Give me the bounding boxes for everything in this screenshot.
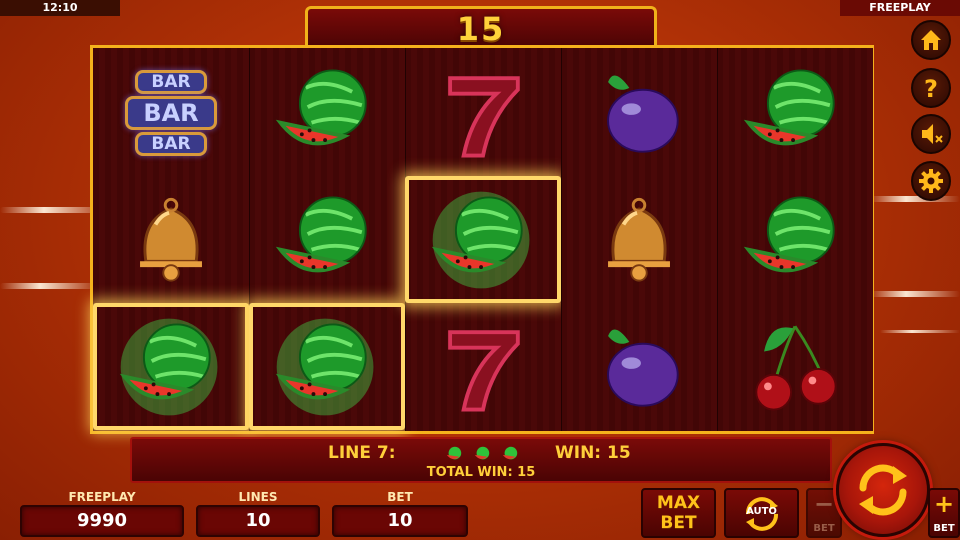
watermelon-icon — [119, 318, 218, 415]
symbol-cell — [717, 176, 873, 303]
sound-off-icon — [922, 124, 943, 144]
symbol-cell: BAR BAR BAR — [93, 49, 249, 176]
seven-icon — [448, 329, 520, 412]
watermelon-icon — [502, 446, 518, 460]
autoplay-button[interactable]: AUTO — [724, 488, 799, 538]
symbol-cell — [405, 303, 561, 430]
win-label: WIN: 15 — [555, 443, 631, 463]
sound-button[interactable] — [911, 114, 951, 154]
symbol-cell — [561, 49, 717, 176]
bell-icon — [608, 197, 670, 282]
bell-icon — [140, 197, 202, 282]
home-button[interactable] — [911, 20, 951, 60]
credit-value: 9990 — [20, 505, 184, 537]
max-bet-button[interactable]: MAX BET — [641, 488, 716, 538]
light-streak — [870, 291, 960, 297]
symbol-cell — [249, 49, 405, 176]
watermelon-icon — [474, 446, 490, 460]
auto-label: AUTO — [746, 506, 777, 517]
help-icon: ? — [924, 75, 938, 102]
bar-symbol-label: BAR — [135, 69, 207, 94]
winning-symbol-cell — [249, 303, 405, 430]
plum-icon — [607, 329, 679, 407]
plum-icon — [607, 75, 679, 153]
bet-label: BET — [387, 490, 413, 504]
watermelon-icon — [275, 318, 374, 415]
help-button[interactable]: ? — [911, 68, 951, 108]
lines-label: LINES — [238, 490, 278, 504]
clock: 12:10 — [0, 0, 120, 16]
winning-symbol-cell — [405, 176, 561, 303]
light-streak — [870, 196, 960, 202]
symbol-cell — [561, 176, 717, 303]
reel-grid: BAR BAR BAR — [90, 45, 874, 434]
symbol-cell — [405, 49, 561, 176]
mode-tag: FREEPLAY — [840, 0, 960, 16]
winning-symbol-cell — [93, 303, 249, 430]
bar-symbol-label: BAR — [125, 95, 217, 130]
watermelon-icon — [275, 68, 367, 145]
seven-icon — [448, 75, 520, 158]
spin-button[interactable] — [836, 443, 930, 537]
symbol-cell — [561, 303, 717, 430]
bet-increase-button[interactable]: + BET — [928, 488, 960, 538]
credit-label: FREEPLAY — [68, 490, 136, 504]
win-banner: 15 — [305, 6, 657, 48]
watermelon-icon — [446, 446, 462, 460]
bar-symbol-label: BAR — [135, 131, 207, 156]
watermelon-icon — [431, 191, 530, 288]
home-icon — [921, 30, 941, 50]
line-win-row: LINE 7: WIN: 15 — [132, 443, 830, 465]
symbol-cell — [717, 303, 873, 430]
cherries-icon — [755, 325, 837, 411]
bet-decrease-label: BET — [813, 523, 835, 534]
total-win: TOTAL WIN: 15 — [426, 465, 536, 480]
settings-icon — [919, 169, 943, 193]
bet-value: 10 — [332, 505, 468, 537]
bar-symbol: BAR BAR BAR — [125, 69, 217, 156]
symbol-cell — [717, 49, 873, 176]
settings-button[interactable] — [911, 161, 951, 201]
line-label: LINE 7: — [328, 443, 396, 463]
lines-value[interactable]: 10 — [196, 505, 320, 537]
watermelon-icon — [743, 195, 835, 272]
plus-icon: + — [933, 490, 955, 518]
watermelon-icon — [743, 68, 835, 145]
symbol-cell — [93, 176, 249, 303]
light-streak — [0, 283, 100, 289]
symbol-cell — [249, 176, 405, 303]
win-info-bar: LINE 7: WIN: 15 TOTAL WIN: 15 — [130, 437, 832, 483]
svg-text:?: ? — [924, 75, 938, 102]
light-streak — [880, 330, 960, 333]
spin-icon — [859, 464, 907, 516]
watermelon-icon — [275, 195, 367, 272]
max-bet-label-top: MAX — [656, 493, 701, 513]
bet-increase-label: BET — [933, 523, 955, 534]
win-amount: 15 — [456, 10, 506, 48]
max-bet-label-bottom: BET — [660, 513, 697, 533]
